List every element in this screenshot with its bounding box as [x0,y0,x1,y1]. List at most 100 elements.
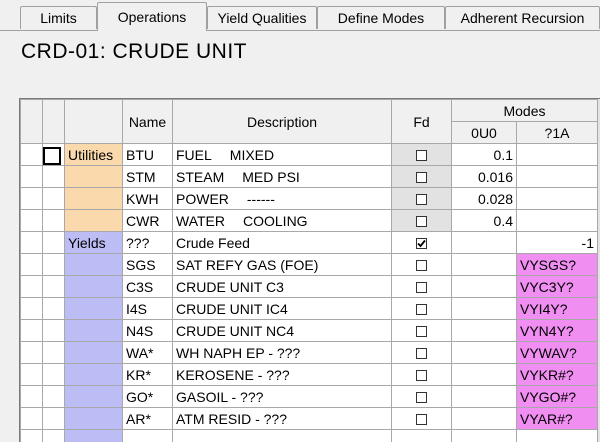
table-row[interactable]: KWHPOWER------0.028 [21,188,598,210]
name-cell[interactable]: N4S [123,320,173,342]
fd-checkbox[interactable] [416,150,427,161]
fd-checkbox[interactable] [416,304,427,315]
row-selector[interactable] [21,188,43,210]
description-cell[interactable]: WH NAPH EP - ??? [173,342,392,364]
tab-define-modes[interactable]: Define Modes [317,6,445,29]
mode-1-cell[interactable] [452,408,517,430]
row-selector[interactable] [21,298,43,320]
table-row[interactable]: N4SCRUDE UNIT NC4VYN4Y? [21,320,598,342]
fd-checkbox[interactable] [416,414,427,425]
table-row-empty[interactable] [21,430,598,442]
fd-cell[interactable] [392,342,452,364]
mode-2-cell[interactable]: VYAR#? [517,408,598,430]
name-cell[interactable]: WA* [123,342,173,364]
table-row[interactable]: C3SCRUDE UNIT C3VYC3Y? [21,276,598,298]
fd-cell[interactable] [392,364,452,386]
mode-2-cell[interactable] [517,430,598,442]
fd-cell[interactable] [392,144,452,166]
mode-2-cell[interactable] [517,188,598,210]
mode-1-cell[interactable]: 0.016 [452,166,517,188]
header-mode-1[interactable]: 0U0 [452,122,517,144]
fd-cell[interactable] [392,276,452,298]
description-cell[interactable]: CRUDE UNIT NC4 [173,320,392,342]
table-row[interactable]: WA*WH NAPH EP - ??? VYWAV? [21,342,598,364]
description-cell[interactable]: Crude Feed [173,232,392,254]
row-selector[interactable] [21,144,43,166]
table-row[interactable]: AR*ATM RESID - ??? VYAR#? [21,408,598,430]
category-cell[interactable] [65,408,123,430]
fd-cell[interactable] [392,210,452,232]
name-cell[interactable]: KR* [123,364,173,386]
description-cell[interactable]: SAT REFY GAS (FOE) [173,254,392,276]
name-cell[interactable]: GO* [123,386,173,408]
description-cell[interactable]: KEROSENE - ??? [173,364,392,386]
category-cell[interactable] [65,386,123,408]
mode-2-cell[interactable]: -1 [517,232,598,254]
fd-checkbox[interactable] [416,370,427,381]
row-selector[interactable] [21,342,43,364]
mode-1-cell[interactable]: 0.1 [452,144,517,166]
mode-1-cell[interactable]: 0.4 [452,210,517,232]
fd-checkbox[interactable] [416,282,427,293]
tab-adherent-recursion[interactable]: Adherent Recursion [445,6,600,29]
mode-1-cell[interactable]: 0.028 [452,188,517,210]
mode-2-cell[interactable]: VYC3Y? [517,276,598,298]
fd-checkbox[interactable] [416,172,427,183]
mode-2-cell[interactable]: VYI4Y? [517,298,598,320]
category-cell[interactable] [65,188,123,210]
name-cell[interactable]: I4S [123,298,173,320]
fd-checkbox[interactable] [416,216,427,227]
fd-checkbox[interactable] [416,238,427,249]
category-cell[interactable]: Yields [65,232,123,254]
name-cell[interactable]: AR* [123,408,173,430]
fd-checkbox[interactable] [416,326,427,337]
header-mode-2[interactable]: ?1A [517,122,598,144]
description-cell[interactable]: STEAMMED PSI [173,166,392,188]
category-cell[interactable] [65,210,123,232]
category-cell[interactable] [65,430,123,442]
tab-yield-qualities[interactable]: Yield Qualities [207,6,317,29]
name-cell[interactable] [123,430,173,442]
fd-cell[interactable] [392,188,452,210]
mode-1-cell[interactable] [452,320,517,342]
fd-cell[interactable] [392,166,452,188]
description-cell[interactable]: GASOIL - ??? [173,386,392,408]
row-selector[interactable] [21,386,43,408]
fd-cell[interactable] [392,408,452,430]
mode-2-cell[interactable]: VYWAV? [517,342,598,364]
fd-cell[interactable] [392,232,452,254]
row-selector[interactable] [21,254,43,276]
row-selector[interactable] [21,364,43,386]
mode-1-cell[interactable] [452,232,517,254]
mode-1-cell[interactable] [452,430,517,442]
mode-1-cell[interactable] [452,276,517,298]
header-fd[interactable]: Fd [392,100,452,144]
tab-limits[interactable]: Limits [20,6,97,29]
mode-1-cell[interactable] [452,364,517,386]
name-cell[interactable]: BTU [123,144,173,166]
tab-operations[interactable]: Operations [97,2,207,31]
mode-1-cell[interactable] [452,298,517,320]
category-cell[interactable] [65,166,123,188]
description-cell[interactable]: WATERCOOLING [173,210,392,232]
header-name[interactable]: Name [123,100,173,144]
category-cell[interactable] [65,342,123,364]
fd-checkbox[interactable] [416,392,427,403]
row-selector[interactable] [21,166,43,188]
name-cell[interactable]: SGS [123,254,173,276]
description-cell[interactable]: ATM RESID - ??? [173,408,392,430]
header-description[interactable]: Description [173,100,392,144]
fd-cell[interactable] [392,320,452,342]
name-cell[interactable]: STM [123,166,173,188]
row-selector[interactable] [21,210,43,232]
table-row[interactable]: GO*GASOIL - ???VYGO#? [21,386,598,408]
operations-grid[interactable]: Name Description Fd Modes 0U0 ?1A Utilit… [19,98,600,442]
mode-2-cell[interactable]: VYKR#? [517,364,598,386]
mode-2-cell[interactable] [517,210,598,232]
description-cell[interactable]: CRUDE UNIT C3 [173,276,392,298]
table-row[interactable]: SGSSAT REFY GAS (FOE)VYSGS? [21,254,598,276]
description-cell[interactable] [173,430,392,442]
description-cell[interactable]: FUELMIXED [173,144,392,166]
table-row[interactable]: Yields???Crude Feed-1 [21,232,598,254]
fd-checkbox[interactable] [416,260,427,271]
